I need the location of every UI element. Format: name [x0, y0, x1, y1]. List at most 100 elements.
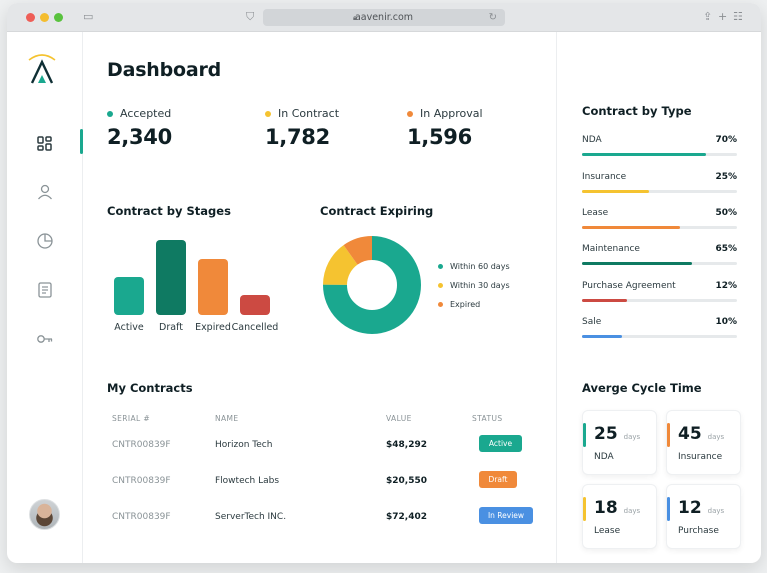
cycle-unit: days — [707, 507, 725, 515]
cycle-value: 25 — [594, 424, 618, 444]
my-contracts-title: My Contracts — [107, 381, 193, 395]
type-progress-track — [582, 335, 737, 338]
type-progress-fill — [582, 153, 706, 156]
status-badge[interactable]: In Review — [479, 507, 533, 524]
cycle-unit: days — [707, 433, 725, 441]
aavenir-logo — [28, 54, 56, 84]
tab-overview-icon[interactable]: ☷ — [733, 11, 743, 23]
legend-dot — [438, 264, 443, 269]
bar-active[interactable] — [114, 277, 144, 315]
cycle-card-purchase[interactable]: 12 days Purchase — [666, 484, 741, 549]
cycle-accent — [667, 497, 670, 521]
document-icon[interactable] — [35, 280, 55, 300]
stat-in-approval: In Approval 1,596 — [407, 107, 483, 149]
column-name: NAME — [215, 414, 239, 423]
page-title: Dashboard — [107, 59, 222, 81]
contract-type-item[interactable]: Purchase Agreement 12% — [582, 281, 737, 302]
browser-titlebar: ▭ ⛉ 🔒︎ aavenir.com ↻ ⇪ + ☷ — [7, 3, 761, 32]
type-percent: 12% — [715, 281, 737, 291]
type-progress-fill — [582, 299, 627, 302]
status-badge[interactable]: Active — [479, 435, 522, 452]
cycle-accent — [667, 423, 670, 447]
cycle-value: 12 — [678, 498, 702, 518]
legend-label: Within 60 days — [450, 262, 510, 271]
name-cell: Flowtech Labs — [215, 476, 280, 486]
share-icon[interactable]: ⇪ — [703, 11, 712, 23]
cycle-value: 18 — [594, 498, 618, 518]
in-approval-dot — [407, 110, 413, 117]
maximize-window-button[interactable] — [54, 13, 63, 22]
reload-icon[interactable]: ↻ — [489, 9, 497, 26]
cycle-label: Lease — [594, 526, 621, 536]
column-value: VALUE — [386, 414, 412, 423]
type-percent: 70% — [715, 135, 737, 145]
stat-in-contract: In Contract 1,782 — [265, 107, 339, 149]
type-label: Sale — [582, 317, 602, 327]
legend-label: Expired — [450, 300, 481, 309]
type-progress-fill — [582, 190, 649, 193]
type-label: Maintenance — [582, 244, 640, 254]
user-icon[interactable] — [35, 182, 55, 202]
shield-icon[interactable]: ⛉ — [246, 11, 254, 23]
contract-type-item[interactable]: NDA 70% — [582, 135, 737, 156]
legend-within-30: Within 30 days — [438, 281, 510, 290]
sidebar-toggle-icon[interactable]: ▭ — [83, 11, 93, 23]
legend-label: Within 30 days — [450, 281, 510, 290]
type-progress-fill — [582, 262, 693, 265]
grid-icon[interactable] — [35, 134, 55, 154]
bar-expired[interactable] — [198, 259, 228, 315]
pie-chart-icon[interactable] — [35, 231, 55, 251]
minimize-window-button[interactable] — [40, 13, 49, 22]
accepted-dot — [107, 110, 113, 117]
address-bar[interactable]: 🔒︎ aavenir.com ↻ — [263, 9, 505, 26]
type-progress-track — [582, 190, 737, 193]
bar-label-cancelled: Cancelled — [231, 322, 279, 333]
cycle-label: NDA — [594, 452, 614, 462]
legend-dot — [438, 283, 443, 288]
right-panel: Contract by Type NDA 70% Insurance 25% Lea… — [556, 32, 761, 563]
type-progress-fill — [582, 226, 680, 229]
status-badge[interactable]: Draft — [479, 471, 517, 488]
expiring-donut-chart — [323, 236, 421, 334]
name-cell: Horizon Tech — [215, 440, 273, 450]
type-percent: 25% — [715, 172, 737, 182]
type-label: Purchase Agreement — [582, 281, 676, 291]
sidebar — [7, 32, 83, 563]
type-progress-track — [582, 262, 737, 265]
value-cell: $48,292 — [386, 440, 427, 450]
name-cell: ServerTech INC. — [215, 512, 287, 522]
expiring-title: Contract Expiring — [320, 204, 434, 218]
nav-active-indicator — [80, 129, 83, 154]
user-avatar[interactable] — [29, 499, 60, 530]
contract-type-item[interactable]: Sale 10% — [582, 317, 737, 338]
cycle-card-insurance[interactable]: 45 days Insurance — [666, 410, 741, 475]
serial-cell: CNTR00839F — [112, 512, 171, 522]
stat-label: In Approval — [420, 107, 483, 120]
stat-label: In Contract — [278, 107, 340, 120]
bar-draft[interactable] — [156, 240, 186, 315]
type-label: Insurance — [582, 172, 627, 182]
cycle-card-lease[interactable]: 18 days Lease — [582, 484, 657, 549]
stages-title: Contract by Stages — [107, 204, 231, 218]
value-cell: $20,550 — [386, 476, 427, 486]
serial-cell: CNTR00839F — [112, 476, 171, 486]
contract-type-item[interactable]: Lease 50% — [582, 208, 737, 229]
lock-icon: 🔒︎ — [353, 13, 358, 22]
cycle-accent — [583, 497, 586, 521]
type-progress-track — [582, 226, 737, 229]
key-icon[interactable] — [35, 329, 55, 349]
stat-value: 2,340 — [107, 125, 172, 149]
column-status: STATUS — [472, 414, 503, 423]
contract-type-item[interactable]: Insurance 25% — [582, 172, 737, 193]
cycle-unit: days — [623, 433, 641, 441]
cycle-card-nda[interactable]: 25 days NDA — [582, 410, 657, 475]
close-window-button[interactable] — [26, 13, 35, 22]
cycle-label: Insurance — [678, 452, 723, 462]
bar-cancelled[interactable] — [240, 295, 270, 315]
type-progress-track — [582, 153, 737, 156]
new-tab-icon[interactable]: + — [718, 11, 727, 23]
url-text: aavenir.com — [354, 12, 414, 23]
type-percent: 10% — [715, 317, 737, 327]
contract-type-item[interactable]: Maintenance 65% — [582, 244, 737, 265]
serial-cell: CNTR00839F — [112, 440, 171, 450]
